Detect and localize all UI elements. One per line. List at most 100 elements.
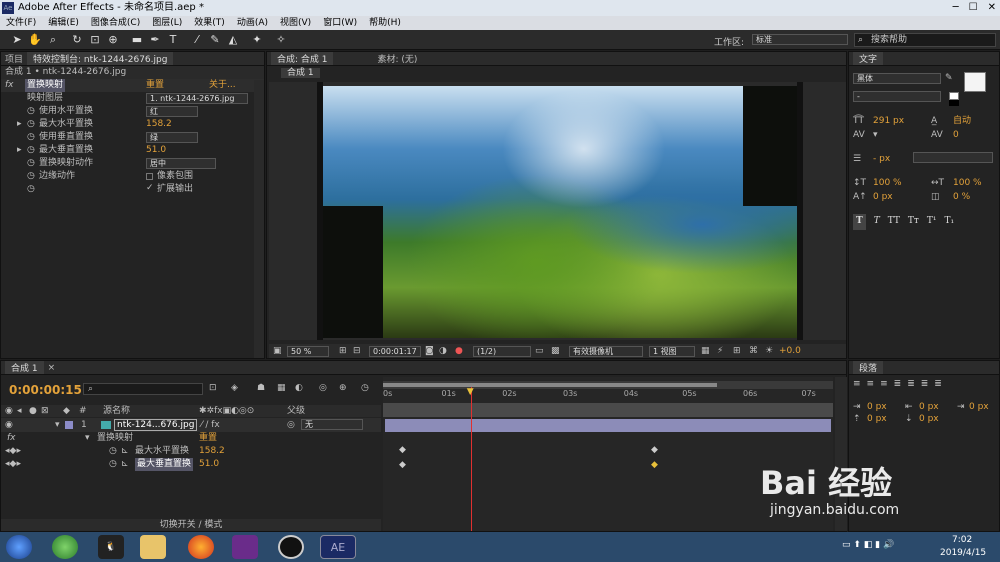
frame-blending-icon[interactable]: ▦ <box>277 383 286 393</box>
kerning-value[interactable]: ▾ <box>873 128 878 142</box>
motion-blur-icon[interactable]: ◐ <box>295 383 303 393</box>
layer-duration-bar[interactable] <box>385 419 831 432</box>
eyedropper-icon[interactable]: ✎ <box>945 73 953 83</box>
stopwatch-icon[interactable]: ◷ <box>27 157 35 170</box>
layer-row[interactable]: ◉ ▾ 1 ntk-124...676.jpg ⁄ ∕ fx ◎ 无 <box>1 418 381 432</box>
effect-name[interactable]: 置换映射 <box>25 79 66 92</box>
label-color-icon[interactable] <box>65 421 73 429</box>
layer-switches-icon[interactable]: ⁄ ∕ fx <box>201 418 220 432</box>
composition-image[interactable] <box>323 86 797 338</box>
parent-select[interactable]: 无 <box>301 419 363 430</box>
menu-layer[interactable]: 图层(L) <box>152 16 182 30</box>
graph-icon[interactable]: ⊾ <box>121 458 129 471</box>
close-icon[interactable]: ✕ <box>988 0 996 16</box>
source-name-header[interactable]: 源名称 <box>103 405 130 417</box>
hand-tool-icon[interactable]: ✋ <box>28 33 42 47</box>
stroke-mode-select[interactable] <box>913 152 993 163</box>
first-line-value[interactable]: 0 px <box>969 401 989 413</box>
pen-tool-icon[interactable]: ✒ <box>148 33 162 47</box>
menu-animation[interactable]: 动画(A) <box>237 16 268 30</box>
justify-last-left-icon[interactable]: ≣ <box>894 379 902 389</box>
show-snapshot-icon[interactable]: ◑ <box>439 344 447 358</box>
selection-tool-icon[interactable]: ➤ <box>10 33 24 47</box>
align-right-icon[interactable]: ≡ <box>880 379 888 389</box>
font-size-value[interactable]: 291 px <box>873 114 904 128</box>
menu-effect[interactable]: 效果(T) <box>194 16 225 30</box>
rotate-tool-icon[interactable]: ↻ <box>70 33 84 47</box>
space-after-value[interactable]: 0 px <box>919 413 939 425</box>
map-layer-select[interactable]: 1. ntk-1244-2676.jpg <box>146 93 248 104</box>
stopwatch-icon[interactable]: ◷ <box>27 144 35 157</box>
exposure-value[interactable]: +0.0 <box>779 344 801 358</box>
map-behavior-select[interactable]: 居中 <box>146 158 216 169</box>
timeline-scroll[interactable] <box>383 403 833 417</box>
h-scale-value[interactable]: 100 % <box>953 176 982 190</box>
v-scale-value[interactable]: 100 % <box>873 176 902 190</box>
graph-editor-icon[interactable]: ◎ <box>319 383 327 393</box>
h-max-value[interactable]: 158.2 <box>146 118 172 131</box>
align-center-icon[interactable]: ≡ <box>867 379 875 389</box>
playhead[interactable]: ▼ <box>467 387 474 531</box>
stopwatch-icon[interactable]: ◷ <box>27 118 35 131</box>
eraser-tool-icon[interactable]: ◭ <box>226 33 240 47</box>
keyframe[interactable]: ◆ <box>651 445 658 455</box>
faux-bold-button[interactable]: T <box>853 214 866 230</box>
stopwatch-icon[interactable]: ◷ <box>27 170 35 183</box>
draft-3d-icon[interactable]: ◈ <box>231 383 238 393</box>
after-effects-taskbar-icon[interactable]: AE <box>320 535 356 559</box>
baseline-value[interactable]: 0 px <box>873 190 893 204</box>
property-value[interactable]: 158.2 <box>199 445 225 458</box>
channel-icon[interactable]: ● <box>455 344 463 358</box>
clock-time[interactable]: 7:02 <box>952 535 972 545</box>
parent-header[interactable]: 父级 <box>287 405 305 417</box>
zoom-tool-icon[interactable]: ⌕ <box>46 33 60 47</box>
tab-timeline-comp1[interactable]: 合成 1 <box>5 361 44 374</box>
graph-icon[interactable]: ⊾ <box>121 445 129 458</box>
eye-icon[interactable]: ◉ <box>5 418 13 432</box>
keyframe-navigator-icon[interactable]: ◂◆▸ <box>5 458 21 471</box>
snapshot-icon[interactable]: ◙ <box>425 344 434 358</box>
camera-select[interactable]: 有效摄像机 <box>569 346 643 357</box>
all-caps-button[interactable]: TT <box>888 214 900 230</box>
menu-composition[interactable]: 图像合成(C) <box>91 16 140 30</box>
menu-window[interactable]: 窗口(W) <box>323 16 357 30</box>
expand-arrow-icon[interactable]: ▸ <box>17 144 22 157</box>
timeline-icon[interactable]: ⊞ <box>733 344 741 358</box>
stopwatch-icon[interactable]: ◷ <box>109 445 117 458</box>
superscript-button[interactable]: T¹ <box>927 214 937 230</box>
layer-name[interactable]: ntk-124...676.jpg <box>114 419 198 431</box>
tab-composition[interactable]: 合成: 合成 1 <box>271 52 334 65</box>
v-channel-select[interactable]: 绿 <box>146 132 198 143</box>
keyed-property-row[interactable]: ◂◆▸ ◷ ⊾ 最大水平置换 158.2 <box>1 445 381 458</box>
flowchart-icon[interactable]: ⌘ <box>749 344 758 358</box>
black-swatch[interactable] <box>949 100 959 106</box>
wrap-pixels-checkbox[interactable] <box>146 173 153 180</box>
reset-link[interactable]: 重置 <box>199 432 217 445</box>
brush-tool-icon[interactable]: ⁄ <box>190 33 204 47</box>
keyframe-selected[interactable]: ◆ <box>651 460 658 470</box>
tracking-value[interactable]: 0 <box>953 128 959 142</box>
stopwatch-icon[interactable]: ◷ <box>361 383 369 393</box>
keyframe-navigator-icon[interactable]: ◂◆▸ <box>5 445 21 458</box>
always-preview-icon[interactable]: ▣ <box>273 344 282 358</box>
twirl-down-icon[interactable]: ▾ <box>55 418 60 432</box>
keyframe[interactable]: ◆ <box>399 460 406 470</box>
type-tool-icon[interactable]: T <box>166 33 180 47</box>
workspace-select[interactable]: 标准 <box>752 34 848 45</box>
rectangle-tool-icon[interactable]: ▬ <box>130 33 144 47</box>
faux-italic-button[interactable]: T <box>874 214 880 230</box>
align-left-icon[interactable]: ≡ <box>853 379 861 389</box>
space-before-value[interactable]: 0 px <box>867 413 887 425</box>
screen-recorder-icon[interactable] <box>278 535 304 559</box>
roi-icon[interactable]: ▭ <box>535 344 544 358</box>
browser-360-icon[interactable] <box>52 535 78 559</box>
stopwatch-icon[interactable]: ◷ <box>27 131 35 144</box>
switch-modes-toggle[interactable]: 切换开关 / 模式 <box>160 520 223 530</box>
stopwatch-icon[interactable]: ◷ <box>27 183 35 196</box>
comp-mini-flowchart-icon[interactable]: ⊡ <box>209 383 217 393</box>
brainstorm-icon[interactable]: ⊕ <box>339 383 347 393</box>
file-explorer-icon[interactable] <box>140 535 166 559</box>
camera-tool-icon[interactable]: ⊡ <box>88 33 102 47</box>
expand-arrow-icon[interactable]: ▸ <box>17 118 22 131</box>
justify-all-icon[interactable]: ≣ <box>934 379 942 389</box>
